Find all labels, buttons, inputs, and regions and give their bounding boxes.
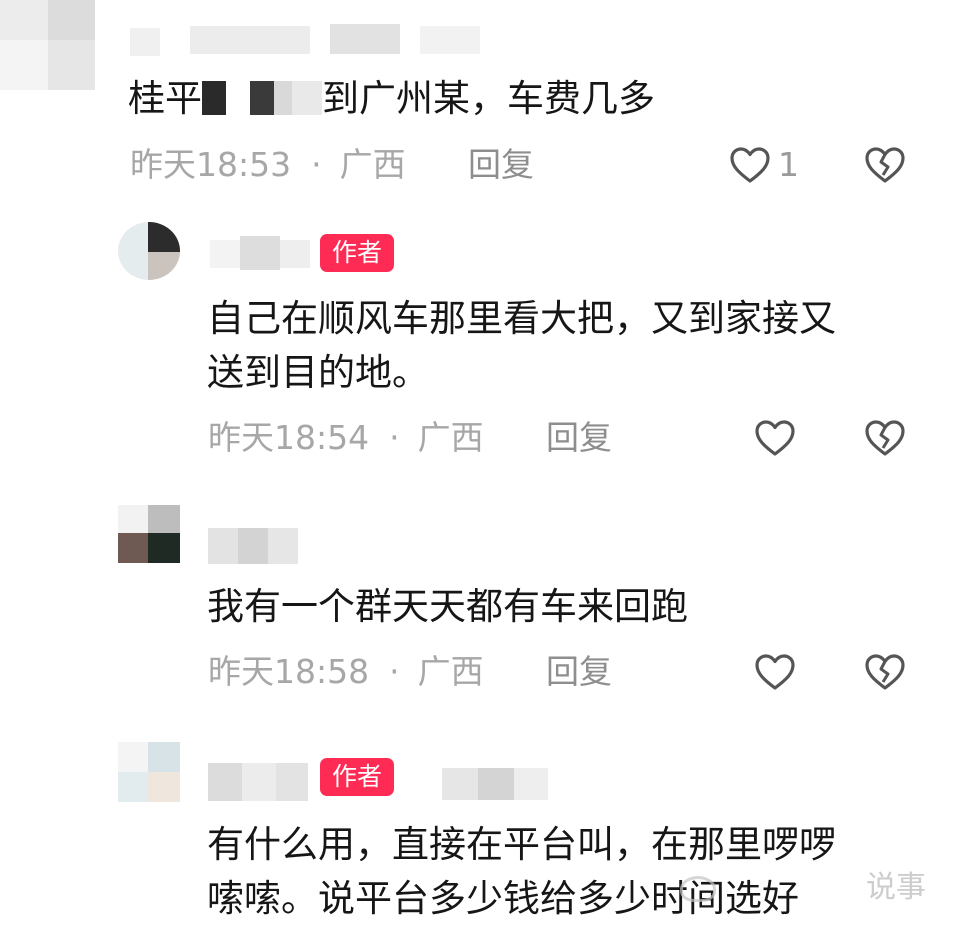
separator-dot: · <box>389 652 400 691</box>
heart-outline-icon[interactable] <box>753 652 797 692</box>
like-count: 1 <box>778 145 799 184</box>
ip-region: 广西 <box>417 418 484 457</box>
author-badge: 作者 <box>320 234 395 272</box>
timestamp: 昨天18:53 <box>130 145 292 184</box>
broken-heart-icon[interactable] <box>863 418 907 458</box>
watermark: 说事 <box>680 868 926 908</box>
comment-text: 自己在顺风车那里看大把，又到家接又 送到目的地。 <box>207 292 836 400</box>
author-badge: 作者 <box>320 758 395 796</box>
timestamp: 昨天18:58 <box>208 652 370 691</box>
username-redacted[interactable] <box>130 22 490 56</box>
heart-outline-icon[interactable] <box>728 145 772 185</box>
ip-region: 广西 <box>339 145 406 184</box>
watermark-text: 说事 <box>866 870 926 905</box>
heart-outline-icon[interactable] <box>753 418 797 458</box>
timestamp: 昨天18:54 <box>208 418 370 457</box>
username-redacted[interactable] <box>208 528 298 564</box>
reply-button[interactable]: 回复 <box>546 650 612 694</box>
comment-text-end: 到广州某，车费几多 <box>322 77 655 120</box>
redacted-block <box>202 81 322 115</box>
comment-text-line: 我有一个群天天都有车来回跑 <box>207 585 688 628</box>
comment-text: 我有一个群天天都有车来回跑 <box>207 580 688 634</box>
avatar[interactable] <box>0 0 95 90</box>
comment-text-line: 有什么用，直接在平台叫，在那里啰啰 <box>207 823 836 866</box>
username-redacted[interactable] <box>210 236 310 270</box>
comment-meta: 昨天18:53 · 广西 <box>130 143 406 187</box>
broken-heart-icon[interactable] <box>863 145 907 185</box>
avatar[interactable] <box>118 222 180 280</box>
username-redacted[interactable] <box>208 763 308 801</box>
separator-dot: · <box>311 145 322 184</box>
redacted-block <box>442 768 548 800</box>
reply-button[interactable]: 回复 <box>546 416 612 460</box>
watermark-logo-icon <box>680 875 716 902</box>
avatar[interactable] <box>118 742 180 802</box>
comment-text: 桂平 到广州某，车费几多 <box>128 72 655 126</box>
broken-heart-icon[interactable] <box>863 652 907 692</box>
comment-text-line: 送到目的地。 <box>207 351 429 394</box>
ip-region: 广西 <box>417 652 484 691</box>
comment-meta: 昨天18:58 · 广西 <box>208 650 484 694</box>
reply-button[interactable]: 回复 <box>468 143 534 187</box>
comment-meta: 昨天18:54 · 广西 <box>208 416 484 460</box>
comment-text-line: 自己在顺风车那里看大把，又到家接又 <box>207 297 836 340</box>
separator-dot: · <box>389 418 400 457</box>
avatar[interactable] <box>118 505 180 563</box>
comment-text-start: 桂平 <box>128 77 202 120</box>
